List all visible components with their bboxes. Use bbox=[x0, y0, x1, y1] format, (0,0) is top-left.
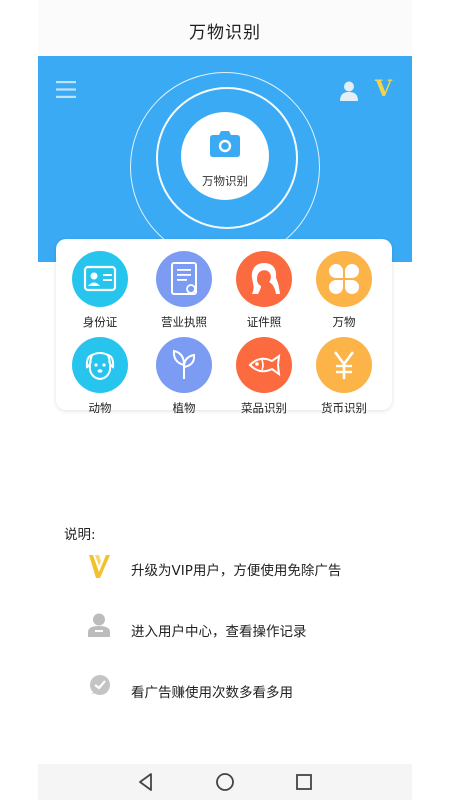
grid-label: 营业执照 bbox=[161, 315, 207, 329]
note-item-user-center[interactable]: 进入用户中心，查看操作记录 bbox=[88, 613, 408, 643]
business-license-icon bbox=[156, 251, 212, 307]
page-title: 万物识别 bbox=[189, 23, 261, 43]
hero-banner: V 万物识别 bbox=[38, 56, 412, 262]
system-nav-bar bbox=[38, 764, 412, 800]
yen-icon bbox=[316, 337, 372, 393]
note-item-vip[interactable]: 升级为VIP用户，方便使用免除广告 bbox=[88, 552, 408, 582]
grid-label: 证件照 bbox=[246, 315, 282, 329]
grid-label: 植物 bbox=[172, 401, 196, 415]
four-petal-icon bbox=[316, 251, 372, 307]
title-bar: 万物识别 bbox=[38, 0, 412, 56]
grid-item-business-license[interactable]: 营业执照 bbox=[144, 251, 224, 331]
hamburger-menu-icon[interactable] bbox=[56, 81, 76, 102]
app-screen: 万物识别 V 万物识别 身份证 营业执照 证件照 万物 动物 植物 菜品识别 货… bbox=[38, 0, 412, 800]
grid-item-plant[interactable]: 植物 bbox=[144, 337, 224, 417]
note-text: 升级为VIP用户，方便使用免除广告 bbox=[131, 563, 342, 579]
grid-item-portrait[interactable]: 证件照 bbox=[224, 251, 304, 331]
id-card-icon bbox=[72, 251, 128, 307]
home-icon[interactable] bbox=[212, 769, 238, 795]
back-icon[interactable] bbox=[133, 769, 159, 795]
category-grid: 身份证 营业执照 证件照 万物 动物 植物 菜品识别 货币识别 bbox=[56, 239, 392, 415]
grid-item-animal[interactable]: 动物 bbox=[60, 337, 140, 417]
recents-icon[interactable] bbox=[291, 769, 317, 795]
user-icon bbox=[88, 613, 110, 641]
vip-icon[interactable]: V bbox=[375, 78, 392, 100]
scan-button[interactable]: 万物识别 bbox=[181, 112, 269, 200]
dog-icon bbox=[72, 337, 128, 393]
fish-icon bbox=[236, 337, 292, 393]
grid-label: 菜品识别 bbox=[241, 401, 287, 415]
user-icon[interactable] bbox=[340, 81, 358, 105]
grid-item-dish[interactable]: 菜品识别 bbox=[224, 337, 304, 417]
grid-item-id-card[interactable]: 身份证 bbox=[60, 251, 140, 331]
scan-label: 万物识别 bbox=[202, 174, 248, 188]
grid-label: 货币识别 bbox=[321, 401, 367, 415]
check-badge-icon bbox=[88, 674, 112, 702]
grid-item-everything[interactable]: 万物 bbox=[304, 251, 384, 331]
note-text: 看广告赚使用次数多看多用 bbox=[131, 685, 293, 701]
vip-v-icon bbox=[88, 552, 112, 584]
grid-label: 身份证 bbox=[82, 315, 118, 329]
grid-item-currency[interactable]: 货币识别 bbox=[304, 337, 384, 417]
sprout-icon bbox=[156, 337, 212, 393]
note-text: 进入用户中心，查看操作记录 bbox=[131, 624, 307, 640]
portrait-icon bbox=[236, 251, 292, 307]
notes-heading: 说明: bbox=[64, 527, 96, 543]
grid-label: 万物 bbox=[332, 315, 356, 329]
camera-icon bbox=[210, 131, 240, 161]
grid-label: 动物 bbox=[88, 401, 112, 415]
note-item-ads[interactable]: 看广告赚使用次数多看多用 bbox=[88, 674, 408, 704]
